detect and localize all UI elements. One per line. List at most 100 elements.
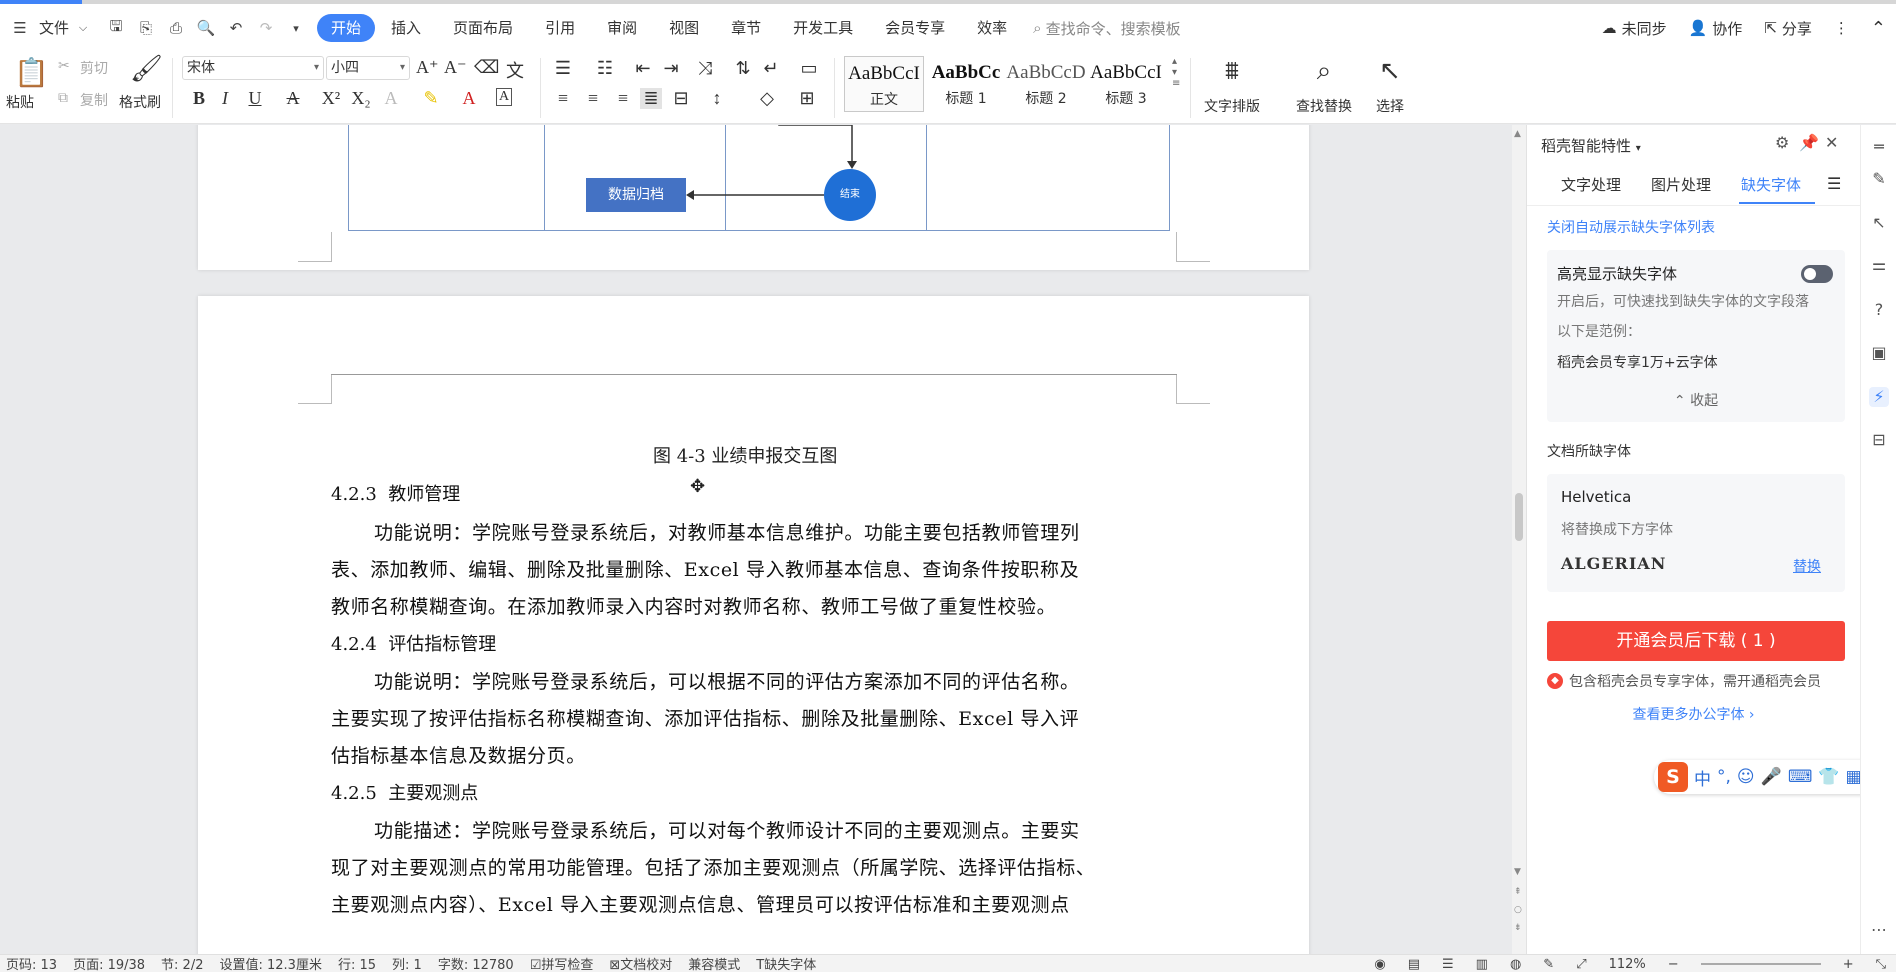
ime-mode[interactable]: 中: [1694, 765, 1711, 790]
subscript-icon[interactable]: X₂: [350, 88, 372, 109]
quick-access-more-icon[interactable]: ▾: [286, 18, 306, 38]
sliders-icon[interactable]: ⚌: [1869, 255, 1889, 275]
tab-insert[interactable]: 插入: [375, 14, 437, 42]
help-icon[interactable]: ?: [1869, 300, 1889, 320]
bold-icon[interactable]: B: [188, 88, 210, 109]
table-ruler-icon[interactable]: ▭: [798, 58, 820, 79]
microphone-icon[interactable]: 🎤: [1761, 767, 1782, 787]
pin-icon[interactable]: 📌: [1799, 133, 1819, 152]
highlight-icon[interactable]: ✎: [420, 88, 442, 109]
write-view-icon[interactable]: ✎: [1543, 957, 1554, 972]
close-icon[interactable]: ✕: [1825, 133, 1838, 152]
spell-check-button[interactable]: ☑拼写检查: [530, 955, 594, 972]
missing-font-status[interactable]: T缺失字体: [756, 955, 816, 972]
styles-scroll-icon[interactable]: ▴ ▾ ≡: [1172, 56, 1180, 89]
decrease-indent-icon[interactable]: ⇤: [632, 58, 654, 79]
emoji-icon[interactable]: ☺: [1737, 767, 1755, 787]
brush-icon[interactable]: 🖌: [130, 54, 163, 84]
font-color-icon[interactable]: A: [458, 88, 480, 109]
copy-button[interactable]: 复制: [80, 90, 108, 110]
clear-format-icon[interactable]: ⌫: [474, 57, 499, 78]
align-right-icon[interactable]: ≡: [612, 88, 634, 109]
outline-view-icon[interactable]: ☰: [1442, 957, 1454, 972]
command-search[interactable]: ⌕ 查找命令、搜索模板: [1033, 18, 1180, 39]
chevron-down-icon[interactable]: ⌵: [73, 18, 93, 38]
tab-developer[interactable]: 开发工具: [777, 14, 869, 42]
char-border-icon[interactable]: A: [496, 88, 512, 106]
bullet-list-icon[interactable]: ☰: [552, 58, 574, 79]
line-spacing-icon[interactable]: ↕: [706, 88, 728, 109]
more-fonts-link[interactable]: 查看更多办公字体 ›: [1527, 704, 1860, 724]
zoom-in-icon[interactable]: +: [1843, 957, 1854, 972]
italic-icon[interactable]: I: [214, 88, 236, 109]
zoom-out-icon[interactable]: −: [1668, 957, 1679, 972]
tab-review[interactable]: 审阅: [591, 14, 653, 42]
zoom-level[interactable]: 112%: [1609, 957, 1646, 972]
line-break-icon[interactable]: ↵: [760, 58, 782, 79]
auto-close-link[interactable]: 关闭自动展示缺失字体列表: [1547, 217, 1715, 237]
vertical-scrollbar[interactable]: ▲ ▼ ⇞ ○ ⇟: [1512, 125, 1526, 954]
numbered-list-icon[interactable]: ☷: [594, 58, 616, 79]
print-icon[interactable]: ⎙: [166, 18, 186, 38]
pen-icon[interactable]: ✎: [1869, 169, 1889, 189]
tab-image-processing[interactable]: 图片处理: [1651, 174, 1711, 195]
strikethrough-icon[interactable]: A: [282, 88, 304, 109]
align-left-icon[interactable]: ≡: [552, 88, 574, 109]
tab-page-layout[interactable]: 页面布局: [437, 14, 529, 42]
share-button[interactable]: ⇱ 分享: [1764, 18, 1812, 39]
keyboard-icon[interactable]: ⌨: [1788, 767, 1813, 787]
gear-icon[interactable]: ⚙: [1775, 133, 1789, 152]
proofread-button[interactable]: ⊠文档校对: [609, 955, 672, 972]
collapse-ribbon-icon[interactable]: ⌃: [1871, 18, 1886, 39]
tab-missing-fonts[interactable]: 缺失字体: [1741, 174, 1801, 195]
smart-feature-icon[interactable]: ⚡: [1869, 387, 1889, 407]
page-view-icon[interactable]: ▤: [1408, 957, 1420, 972]
download-button[interactable]: 开通会员后下载 ( 1 ): [1547, 621, 1845, 661]
status-word-count[interactable]: 字数: 12780: [438, 955, 514, 972]
highlight-toggle[interactable]: [1801, 265, 1833, 283]
cut-button[interactable]: 剪切: [80, 58, 108, 78]
save-icon[interactable]: 🖫: [106, 17, 126, 38]
style-heading-1[interactable]: AaBbCc 标题 1: [926, 56, 1006, 112]
prev-page-icon[interactable]: ⇞: [1514, 887, 1522, 897]
collapse-button[interactable]: ⌃ 收起: [1547, 390, 1845, 410]
find-replace-button[interactable]: ⌕ 查找替换: [1296, 56, 1352, 116]
export-icon[interactable]: ⎘: [136, 18, 156, 38]
image-tools-icon[interactable]: ▣: [1869, 343, 1889, 363]
font-size-select[interactable]: 小四 ▾: [326, 56, 410, 80]
replace-link[interactable]: 替换: [1793, 556, 1821, 576]
select-browse-icon[interactable]: ○: [1514, 905, 1522, 915]
menu-icon[interactable]: ☰: [1827, 174, 1841, 193]
status-page-count[interactable]: 页面: 19/38: [73, 955, 145, 972]
hamburger-icon[interactable]: ☰: [10, 18, 30, 38]
next-page-icon[interactable]: ⇟: [1514, 923, 1522, 933]
web-view-icon[interactable]: ◍: [1510, 957, 1521, 972]
format-painter-button[interactable]: 格式刷: [119, 92, 161, 112]
sync-button[interactable]: ☁ 未同步: [1602, 18, 1667, 39]
more-icon[interactable]: ⋯: [1869, 920, 1889, 940]
tab-text-processing[interactable]: 文字处理: [1561, 174, 1621, 195]
print-preview-icon[interactable]: 🔍: [196, 18, 216, 38]
tab-view[interactable]: 视图: [653, 14, 715, 42]
doc-search-icon[interactable]: ⊟: [1869, 430, 1889, 450]
underline-icon[interactable]: U: [244, 88, 266, 109]
align-center-icon[interactable]: ≡: [582, 88, 604, 109]
sort-icon[interactable]: ⇅: [732, 58, 754, 79]
tab-member[interactable]: 会员专享: [869, 14, 961, 42]
reading-view-icon[interactable]: ▥: [1476, 957, 1488, 972]
paste-button[interactable]: 粘贴: [6, 92, 34, 112]
border-icon[interactable]: ⊞: [796, 88, 818, 109]
undo-icon[interactable]: ↶: [226, 18, 246, 38]
panel-title[interactable]: 稻壳智能特性 ▾: [1541, 135, 1641, 156]
redo-icon[interactable]: ↷: [256, 18, 276, 38]
fullscreen-icon[interactable]: ⤡: [1876, 957, 1886, 972]
distribute-icon[interactable]: ⊟: [670, 88, 692, 109]
tab-section[interactable]: 章节: [715, 14, 777, 42]
chinese-layout-icon[interactable]: ⤨: [694, 58, 716, 79]
text-effect-icon[interactable]: A: [380, 88, 402, 109]
style-heading-2[interactable]: AaBbCcD 标题 2: [1006, 56, 1086, 112]
select-button[interactable]: ↖ 选择: [1376, 56, 1404, 116]
shading-icon[interactable]: ◇: [756, 88, 778, 109]
grow-font-icon[interactable]: A⁺: [416, 57, 439, 78]
align-justify-icon[interactable]: ≣: [640, 88, 662, 109]
